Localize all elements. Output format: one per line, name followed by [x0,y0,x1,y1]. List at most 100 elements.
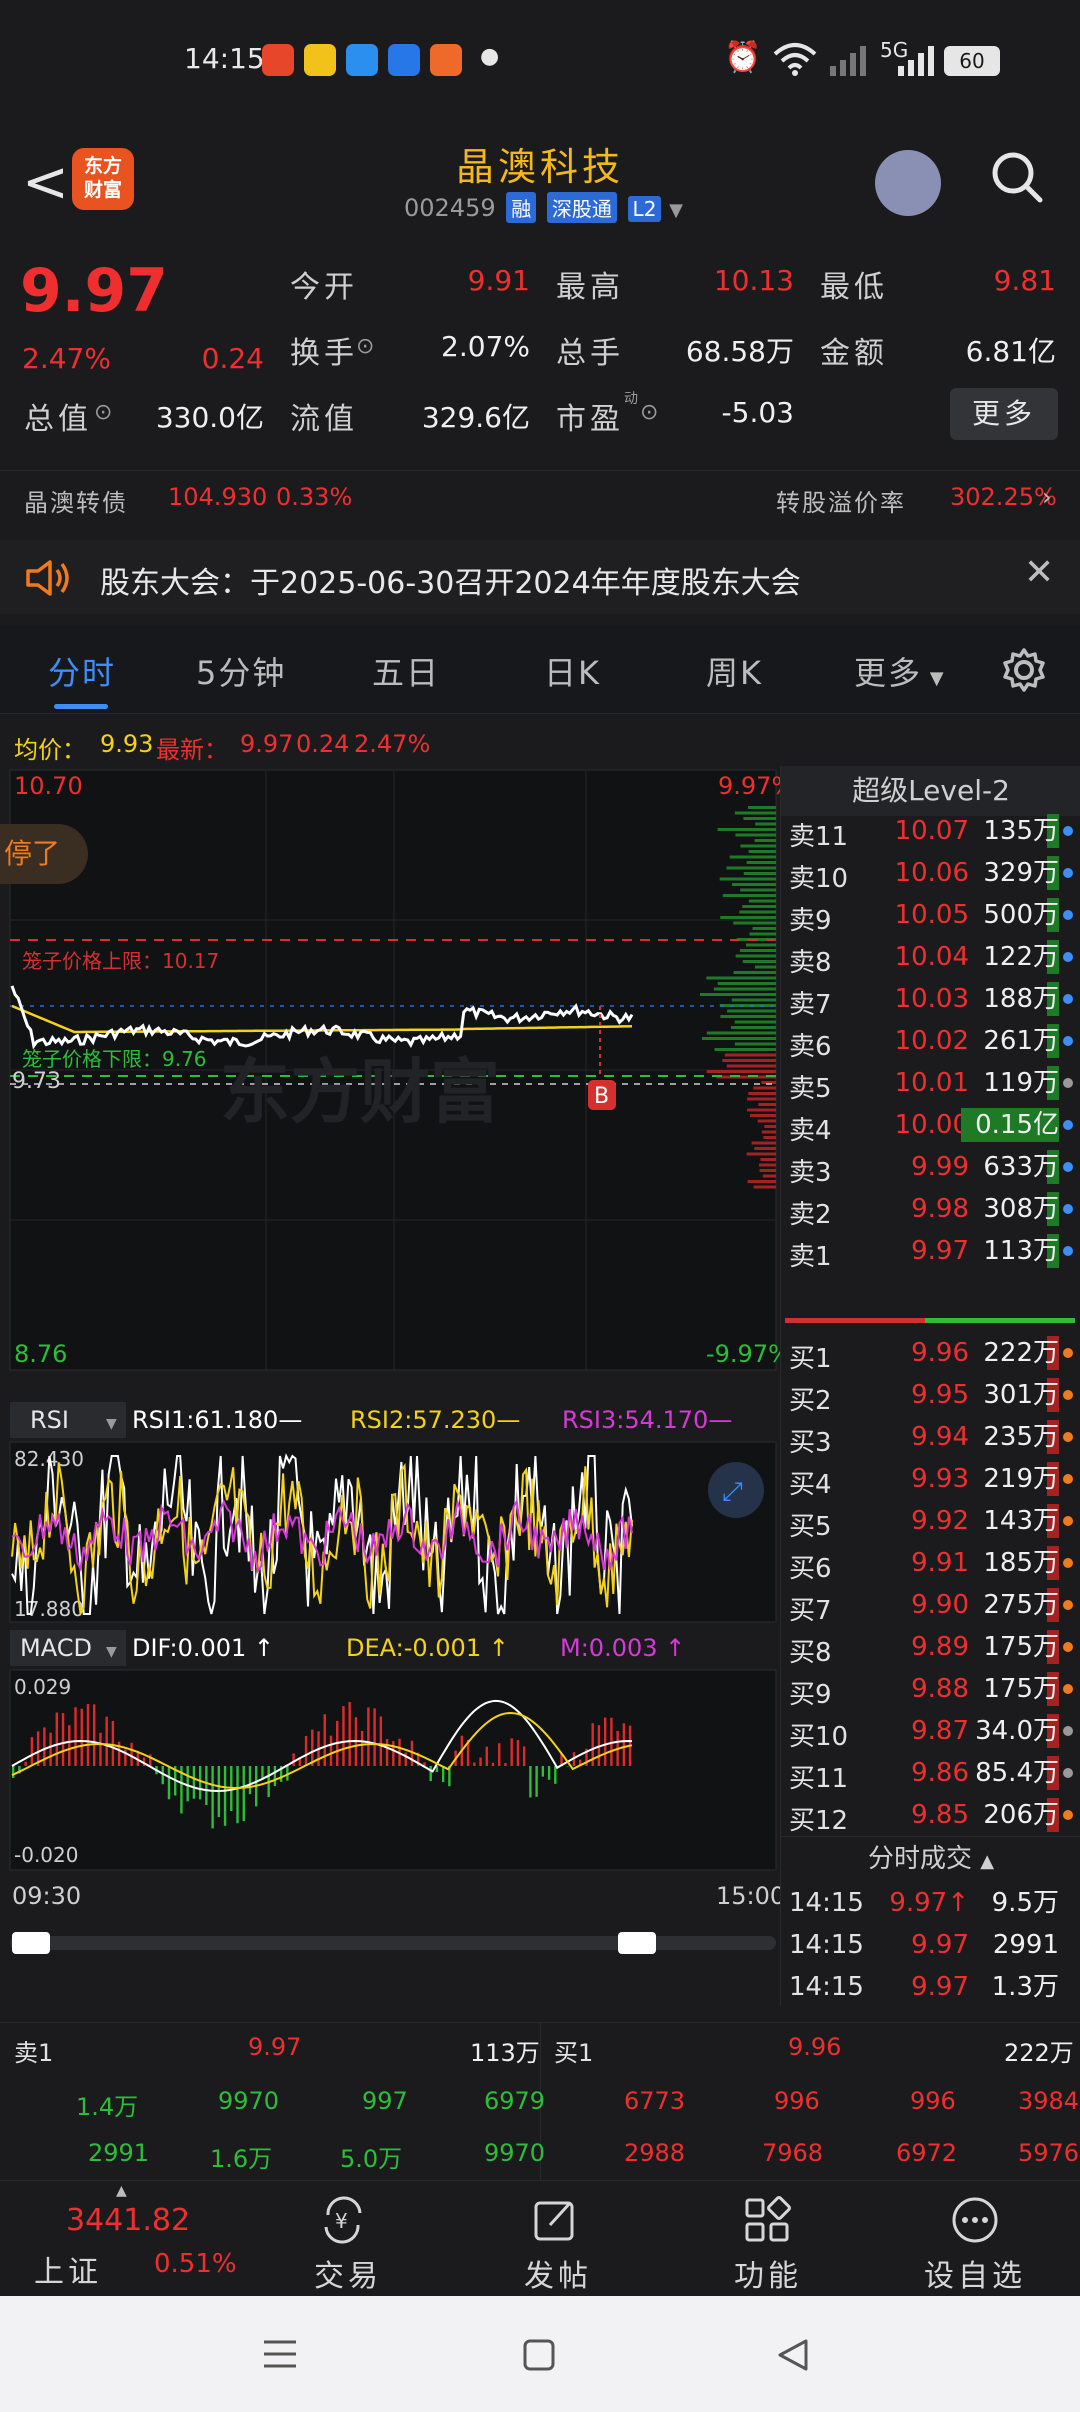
chart-area[interactable]: 东方财富 B 10.70 9.97% 笼子价格上限：10.17 笼子价格下限：9… [0,766,794,2006]
ask-row[interactable]: 卖9 10.05 500万 [781,894,1080,936]
scrollbar-track[interactable] [10,1936,776,1950]
toast-bubble[interactable]: 停了 [0,824,88,884]
gear-icon[interactable] [1000,646,1048,694]
depth-bar [747,806,776,809]
assistant-robot-icon[interactable] [875,150,941,216]
bid-row[interactable]: 买9 9.88 175万 [781,1668,1080,1710]
depth-bar [722,894,776,897]
ask-row[interactable]: 卖7 10.03 188万 [781,978,1080,1020]
intraday-chart[interactable]: 东方财富 B 10.70 9.97% 笼子价格上限：10.17 笼子价格下限：9… [0,766,794,2006]
nav-add-watchlist[interactable]: 设自选 [900,2181,1050,2297]
tab-5day[interactable]: 五日 [372,648,440,694]
tab-5min[interactable]: 5分钟 [196,648,286,694]
macd-bar [622,1723,626,1766]
announcement-text: 股东大会：于2025-06-30召开2024年年度股东大会 [100,566,801,601]
ask-row[interactable]: 卖11 10.07 135万 [781,810,1080,852]
time-end: 15:00 [716,1882,780,1910]
tab-daily-k[interactable]: 日K [544,648,601,694]
ask-row[interactable]: 卖6 10.02 261万 [781,1020,1080,1062]
level-name: 买2 [789,1386,832,1416]
bid-row[interactable]: 买10 9.87 34.0万 [781,1710,1080,1752]
level-name: 买3 [789,1428,832,1458]
scroll-handle-right[interactable] [618,1932,656,1954]
ask-row[interactable]: 卖4 10.00 0.15亿 [781,1104,1080,1146]
bid-row[interactable]: 买2 9.95 301万 [781,1374,1080,1416]
menu-icon[interactable] [262,2338,298,2370]
bid-row[interactable]: 买4 9.93 219万 [781,1458,1080,1500]
nav-functions[interactable]: 功能 [710,2181,830,2297]
buy-queue-cell: 7968 [762,2139,824,2167]
info-icon[interactable]: ⊙ [356,334,374,359]
depth-bar [759,1169,776,1172]
depth-bar [763,1136,776,1139]
back-triangle-icon[interactable] [776,2338,810,2372]
ask-row[interactable]: 卖3 9.99 633万 [781,1146,1080,1188]
macd-bar [223,1766,227,1826]
macd-bar [404,1752,407,1766]
announcement-bar[interactable]: 股东大会：于2025-06-30召开2024年年度股东大会 ✕ [0,540,1080,614]
tab-weekly-k[interactable]: 周K [706,648,763,694]
nav-trade[interactable]: ¥ 交易 [290,2181,410,2297]
level-price: 9.93 [911,1464,969,1494]
search-icon[interactable] [990,150,1044,204]
info-icon[interactable]: ⊙ [640,400,658,425]
float-cap-label: 流值 [290,402,358,437]
trades-header[interactable]: 分时成交 ▲ [781,1836,1080,1880]
last-change: 0.24 [296,730,350,758]
more-dots-icon [952,2197,998,2243]
level-volume: 175万 [961,1672,1059,1706]
ask-row[interactable]: 卖2 9.98 308万 [781,1188,1080,1230]
bid-row[interactable]: 买7 9.90 275万 [781,1584,1080,1626]
level-name: 买6 [789,1554,832,1584]
level-dot-icon [1063,1204,1073,1214]
bid-row[interactable]: 买8 9.89 175万 [781,1626,1080,1668]
bid-row[interactable]: 买12 9.85 206万 [781,1794,1080,1836]
float-cap-value: 329.6亿 [421,401,530,434]
depth-bar [726,866,776,870]
tab-intraday[interactable]: 分时 [48,648,116,694]
home-icon[interactable] [522,2338,556,2372]
ask-row[interactable]: 卖8 10.04 122万 [781,936,1080,978]
depth-bar [752,927,776,930]
stock-code-row[interactable]: 002459 融 深股通 L2 ▼ [404,192,683,223]
depth-bar [717,828,776,831]
depth-bar [758,1103,776,1106]
macd-bar [529,1766,532,1798]
tab-more-label: 更多 [854,654,923,692]
macd-bar [167,1766,171,1800]
convertible-bond-row[interactable]: 晶澳转债 104.930 0.33% 转股溢价率 302.25% › [0,470,1080,528]
bid-row[interactable]: 买11 9.86 85.4万 [781,1752,1080,1794]
amount-value: 6.81亿 [965,335,1056,368]
open-label: 今开 [290,270,358,305]
index-name: 上证 [34,2255,102,2290]
info-icon[interactable]: ⊙ [94,400,112,425]
bid-row[interactable]: 买6 9.91 185万 [781,1542,1080,1584]
scroll-handle-left[interactable] [12,1932,50,1954]
depth-bar [706,976,776,980]
sell-queue-cell: 9970 [484,2139,546,2167]
ask-row[interactable]: 卖5 10.01 119万 [781,1062,1080,1104]
nav-post[interactable]: 发帖 [500,2181,620,2297]
bid-row[interactable]: 买3 9.94 235万 [781,1416,1080,1458]
depth-bar [740,888,776,892]
level-dot-icon [1063,1768,1073,1778]
depth-bar [746,861,776,864]
bottom-pct-label: -9.97% [706,1340,780,1368]
bid-row[interactable]: 买5 9.92 143万 [781,1500,1080,1542]
last-label-text: 最新： [156,736,228,764]
more-quote-button[interactable]: 更多 [950,388,1058,440]
macd-bar [510,1738,513,1766]
tab-more[interactable]: 更多 ▼ [854,648,946,694]
buy-queue-cell: 996 [774,2087,820,2115]
depth-bar [742,960,776,963]
close-icon[interactable]: ✕ [1024,552,1054,593]
bid-row[interactable]: 买1 9.96 222万 [781,1332,1080,1374]
rsi-min: 17.880 [14,1597,84,1621]
rsi-label: RSI [30,1406,69,1434]
battery-icon: 60 [944,46,1000,76]
ask-row[interactable]: 卖10 10.06 329万 [781,852,1080,894]
index-ticker[interactable]: 3441.82 ▲ 上证 0.51% [0,2181,237,2297]
trade-row: 14:15 9.97↑ 9.5万 [781,1882,1080,1924]
level2-title[interactable]: 超级Level-2 [781,766,1080,816]
ask-row[interactable]: 卖1 9.97 113万 [781,1230,1080,1272]
